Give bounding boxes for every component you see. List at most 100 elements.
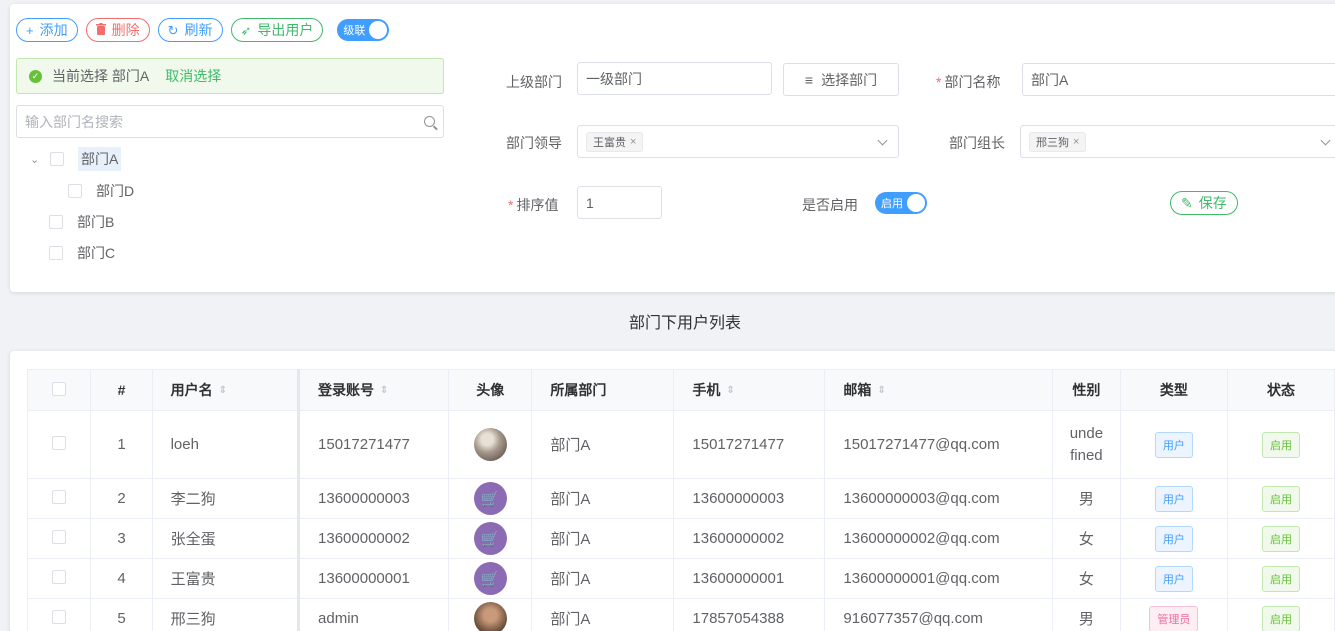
header-status: 状态 <box>1227 369 1335 411</box>
type-badge: 用户 <box>1154 525 1193 552</box>
refresh-button[interactable]: ↻ 刷新 <box>157 18 223 42</box>
dept-name-input[interactable]: 部门A <box>1022 63 1335 96</box>
header-username[interactable]: 用户名 ⇕ <box>152 369 301 411</box>
dept-leader-select[interactable]: 王富贵 × <box>577 125 899 158</box>
avatar <box>473 602 507 631</box>
dept-leader-label: 部门领导 <box>506 135 562 151</box>
search-icon[interactable] <box>424 116 435 127</box>
row-checkbox[interactable] <box>52 609 67 624</box>
tree-node-dept-a[interactable]: ⌄ 部门A <box>30 147 122 171</box>
tag-close-icon[interactable]: × <box>1073 136 1079 148</box>
tag-close-icon[interactable]: × <box>630 136 636 148</box>
tree-checkbox[interactable] <box>49 246 63 260</box>
row-phone: 17857054388 <box>673 598 826 631</box>
select-all-checkbox[interactable] <box>52 381 67 396</box>
row-gender: 男 <box>1052 478 1121 519</box>
sort-icon[interactable]: ⇕ <box>219 386 227 396</box>
selection-alert: ✓ 当前选择 部门A 取消选择 <box>16 58 444 94</box>
table-row[interactable]: 3 张全蛋 13600000002 🛒 部门A 13600000002 1360… <box>26 518 1335 559</box>
row-select-cell <box>26 410 92 479</box>
row-type-cell: 用户 <box>1120 518 1228 559</box>
row-email: 13600000002@qq.com <box>824 518 1053 559</box>
table-row[interactable]: 4 王富贵 13600000001 🛒 部门A 13600000001 1360… <box>26 558 1335 599</box>
dept-search-input[interactable] <box>25 113 424 130</box>
status-badge: 启用 <box>1261 605 1300 631</box>
enabled-switch[interactable]: 启用 <box>875 192 927 214</box>
row-checkbox[interactable] <box>52 435 67 450</box>
cancel-selection-link[interactable]: 取消选择 <box>165 66 221 86</box>
parent-dept-value: 一级部门 <box>586 70 642 87</box>
sort-icon[interactable]: ⇕ <box>380 386 388 396</box>
enabled-switch-label: 启用 <box>881 198 903 210</box>
export-label: 导出用户 <box>257 22 314 38</box>
row-dept: 部门A <box>531 518 675 559</box>
header-dept: 所属部门 <box>531 369 675 411</box>
row-phone: 13600000002 <box>673 518 826 559</box>
row-index: 2 <box>90 478 153 519</box>
parent-dept-input[interactable]: 一级部门 <box>577 62 772 95</box>
tree-node-label: 部门C <box>77 245 116 261</box>
row-checkbox[interactable] <box>52 489 67 504</box>
tree-node-label: 部门A <box>78 147 122 171</box>
tree-checkbox[interactable] <box>50 152 64 166</box>
cart-icon: 🛒 <box>473 522 507 555</box>
row-checkbox[interactable] <box>52 569 67 584</box>
row-checkbox[interactable] <box>52 529 67 544</box>
parent-dept-label: 上级部门 <box>506 74 562 90</box>
row-dept: 部门A <box>531 410 675 479</box>
sort-value-input[interactable]: 1 <box>577 186 662 219</box>
chevron-down-icon[interactable] <box>877 135 888 146</box>
row-type-cell: 用户 <box>1120 410 1228 479</box>
row-login: 13600000001 <box>298 558 450 599</box>
add-button[interactable]: + 添加 <box>16 18 78 42</box>
tree-checkbox[interactable] <box>49 215 63 229</box>
tree-node-label: 部门D <box>96 183 135 199</box>
export-users-button[interactable]: ➶ 导出用户 <box>230 18 324 42</box>
type-badge: 用户 <box>1154 485 1193 512</box>
toolbar: + 添加 删除 ↻ 刷新 ➶ 导出用户 级联 <box>16 18 390 42</box>
enabled-label: 是否启用 <box>802 197 858 213</box>
dept-search <box>16 105 444 138</box>
header-gender: 性别 <box>1052 369 1121 411</box>
tree-checkbox[interactable] <box>68 184 82 198</box>
header-login[interactable]: 登录账号 ⇕ <box>298 369 450 411</box>
dept-head-select[interactable]: 邢三狗 × <box>1020 125 1335 158</box>
header-login-text: 登录账号 <box>318 382 375 398</box>
header-phone[interactable]: 手机 ⇕ <box>673 369 826 411</box>
chevron-down-icon[interactable] <box>1320 135 1331 146</box>
table-row[interactable]: 2 李二狗 13600000003 🛒 部门A 13600000003 1360… <box>26 478 1335 519</box>
row-avatar-cell: 🛒 <box>448 558 533 599</box>
row-select-cell <box>26 598 92 631</box>
row-login: admin <box>298 598 450 631</box>
list-icon: ≡ <box>804 71 814 88</box>
table-row[interactable]: 1 loeh 15017271477 部门A 15017271477 15017… <box>26 410 1335 479</box>
trash-icon <box>95 23 106 37</box>
delete-button[interactable]: 删除 <box>85 18 150 42</box>
choose-dept-button[interactable]: ≡ 选择部门 <box>783 63 899 96</box>
tree-node-dept-b[interactable]: 部门B <box>49 210 114 234</box>
header-email[interactable]: 邮箱 ⇕ <box>824 369 1053 411</box>
cascade-label: 级联 <box>343 25 366 37</box>
sort-icon[interactable]: ⇕ <box>877 386 885 396</box>
row-dept: 部门A <box>531 598 675 631</box>
row-index: 3 <box>90 518 153 559</box>
sort-value: 1 <box>586 194 594 211</box>
delete-label: 删除 <box>111 22 140 38</box>
row-username: 李二狗 <box>152 478 301 519</box>
status-badge: 启用 <box>1261 431 1300 458</box>
save-button[interactable]: ✎ 保存 <box>1170 191 1238 215</box>
type-badge: 用户 <box>1154 565 1193 592</box>
sort-icon[interactable]: ⇕ <box>726 386 734 396</box>
row-username: loeh <box>152 410 301 479</box>
caret-down-icon[interactable]: ⌄ <box>30 153 40 166</box>
tree-node-dept-c[interactable]: 部门C <box>49 241 115 265</box>
row-index: 5 <box>90 598 153 631</box>
row-login: 15017271477 <box>298 410 450 479</box>
refresh-label: 刷新 <box>184 22 213 38</box>
cascade-switch[interactable]: 级联 <box>337 19 390 41</box>
row-login: 13600000003 <box>298 478 450 519</box>
table-row[interactable]: 5 邢三狗 admin 部门A 17857054388 916077357@qq… <box>26 598 1335 631</box>
leader-tag: 王富贵 × <box>586 131 644 152</box>
row-status-cell: 启用 <box>1227 598 1335 631</box>
tree-node-dept-d[interactable]: 部门D <box>68 179 134 203</box>
